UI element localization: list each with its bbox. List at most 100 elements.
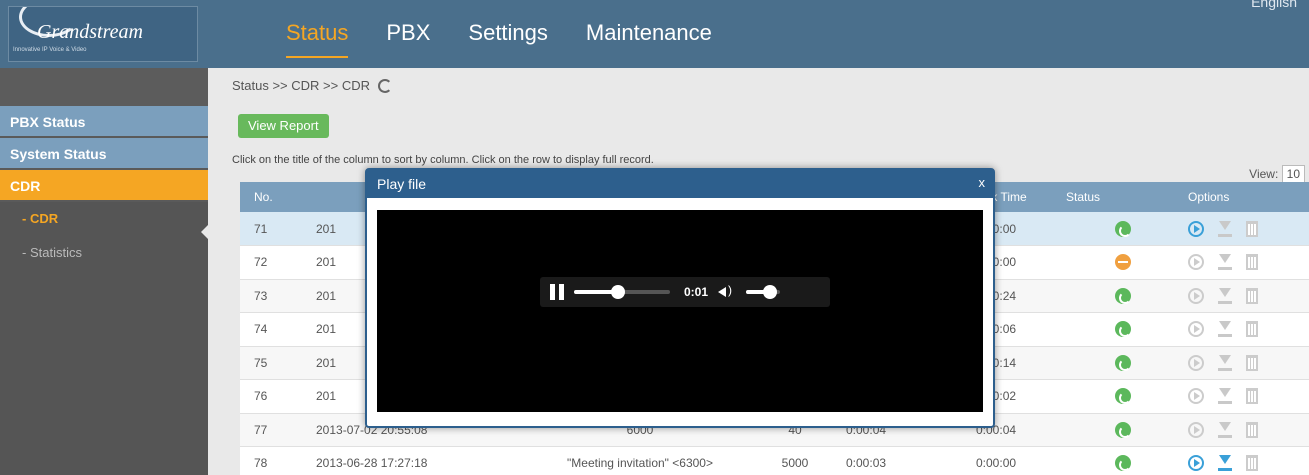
no-answer-icon [1115,254,1131,271]
cell-callee: 5000 [758,446,832,475]
cell-no: 78 [240,446,316,475]
breadcrumb: Status >> CDR >> CDR [232,78,392,93]
nav-pbx[interactable]: PBX [386,20,430,46]
media-player: 0:01 [377,210,983,412]
cell-status [1066,446,1180,475]
download-icon[interactable] [1218,220,1232,237]
trash-icon[interactable] [1246,254,1258,271]
play-icon[interactable] [1188,455,1204,472]
time-readout: 0:01 [684,285,709,299]
breadcrumb-text: Status >> CDR >> CDR [232,78,370,93]
nav-maintenance[interactable]: Maintenance [586,20,712,46]
play-icon[interactable] [1188,287,1204,304]
play-icon[interactable] [1188,254,1204,271]
cell-no: 76 [240,379,316,414]
download-icon[interactable] [1218,287,1232,304]
cell-no: 73 [240,279,316,313]
cell-start-time: 2013-06-28 17:27:18 [316,446,522,475]
cell-status [1066,312,1180,347]
cell-no: 75 [240,346,316,380]
cell-options [1180,312,1309,347]
cell-status [1066,279,1180,313]
cell-duration: 0:00:03 [832,446,962,475]
sort-hint: Click on the title of the column to sort… [232,154,654,166]
answered-icon [1115,388,1131,405]
cell-talk-time: 0:00:00 [962,446,1066,475]
page-size-select[interactable]: 10 [1281,165,1305,183]
download-icon[interactable] [1218,254,1232,271]
sidebar-item-system-status[interactable]: System Status [0,138,208,170]
play-icon[interactable] [1188,321,1204,338]
seek-slider[interactable] [574,285,670,299]
logo-text: Grandstream [37,21,143,43]
logo-tagline: Innovative IP Voice & Video [13,47,87,53]
cell-status [1066,346,1180,380]
answered-icon [1115,220,1131,237]
play-file-dialog: Play file x 0:01 [365,168,995,428]
play-icon[interactable] [1188,220,1204,237]
sidebar-subitem-cdr[interactable]: - CDR [0,202,208,236]
trash-icon[interactable] [1246,220,1258,237]
play-icon[interactable] [1188,421,1204,438]
col-options: Options [1180,182,1309,212]
cell-options [1180,446,1309,475]
sidebar: PBX Status System Status CDR - CDR - Sta… [0,68,209,475]
refresh-icon[interactable] [378,78,392,93]
page-size-label: View: [1249,167,1279,181]
cell-options [1180,245,1309,280]
cell-status [1066,245,1180,280]
main-nav: Status PBX Settings Maintenance [286,20,712,58]
download-icon[interactable] [1218,321,1232,338]
nav-settings[interactable]: Settings [468,20,548,46]
cell-no: 72 [240,245,316,280]
cell-options [1180,346,1309,380]
answered-icon [1115,354,1131,371]
download-icon[interactable] [1218,388,1232,405]
cell-status [1066,212,1180,246]
cell-no: 74 [240,312,316,347]
cell-caller: "Meeting invitation" <6300> [522,446,758,475]
cell-status [1066,413,1180,447]
pause-icon[interactable] [550,284,564,300]
answered-icon [1115,455,1131,472]
answered-icon [1115,421,1131,438]
cell-no: 77 [240,413,316,447]
page-size: View: 10 [1249,165,1305,183]
volume-icon[interactable] [718,283,736,299]
cell-options [1180,279,1309,313]
trash-icon[interactable] [1246,421,1258,438]
nav-status[interactable]: Status [286,20,349,58]
col-no[interactable]: No. [240,182,316,212]
download-icon[interactable] [1218,354,1232,371]
close-icon[interactable]: x [979,175,986,190]
cell-options [1180,379,1309,414]
answered-icon [1115,287,1131,304]
sidebar-top [0,68,208,106]
col-status[interactable]: Status [1066,182,1180,212]
sidebar-item-cdr[interactable]: CDR [0,170,208,202]
cell-status [1066,379,1180,414]
trash-icon[interactable] [1246,455,1258,472]
download-icon[interactable] [1218,455,1232,472]
volume-handle[interactable] [762,285,777,299]
trash-icon[interactable] [1246,388,1258,405]
play-icon[interactable] [1188,388,1204,405]
answered-icon [1115,321,1131,338]
grandstream-logo[interactable]: Grandstream Innovative IP Voice & Video [8,6,198,62]
sidebar-item-pbx-status[interactable]: PBX Status [0,106,208,138]
trash-icon[interactable] [1246,354,1258,371]
sidebar-subitem-statistics[interactable]: - Statistics [0,236,208,270]
language-selector[interactable]: English [1251,0,1297,10]
dialog-title: Play file [367,170,993,198]
volume-slider[interactable] [746,285,781,299]
table-row[interactable]: 78 2013-06-28 17:27:18 "Meeting invitation… [240,446,1309,475]
download-icon[interactable] [1218,421,1232,438]
cell-options [1180,413,1309,447]
top-header: Grandstream Innovative IP Voice & Video … [0,0,1309,68]
trash-icon[interactable] [1246,287,1258,304]
seek-handle[interactable] [611,285,626,299]
play-icon[interactable] [1188,354,1204,371]
cell-no: 71 [240,212,316,246]
view-report-button[interactable]: View Report [238,114,329,138]
trash-icon[interactable] [1246,321,1258,338]
